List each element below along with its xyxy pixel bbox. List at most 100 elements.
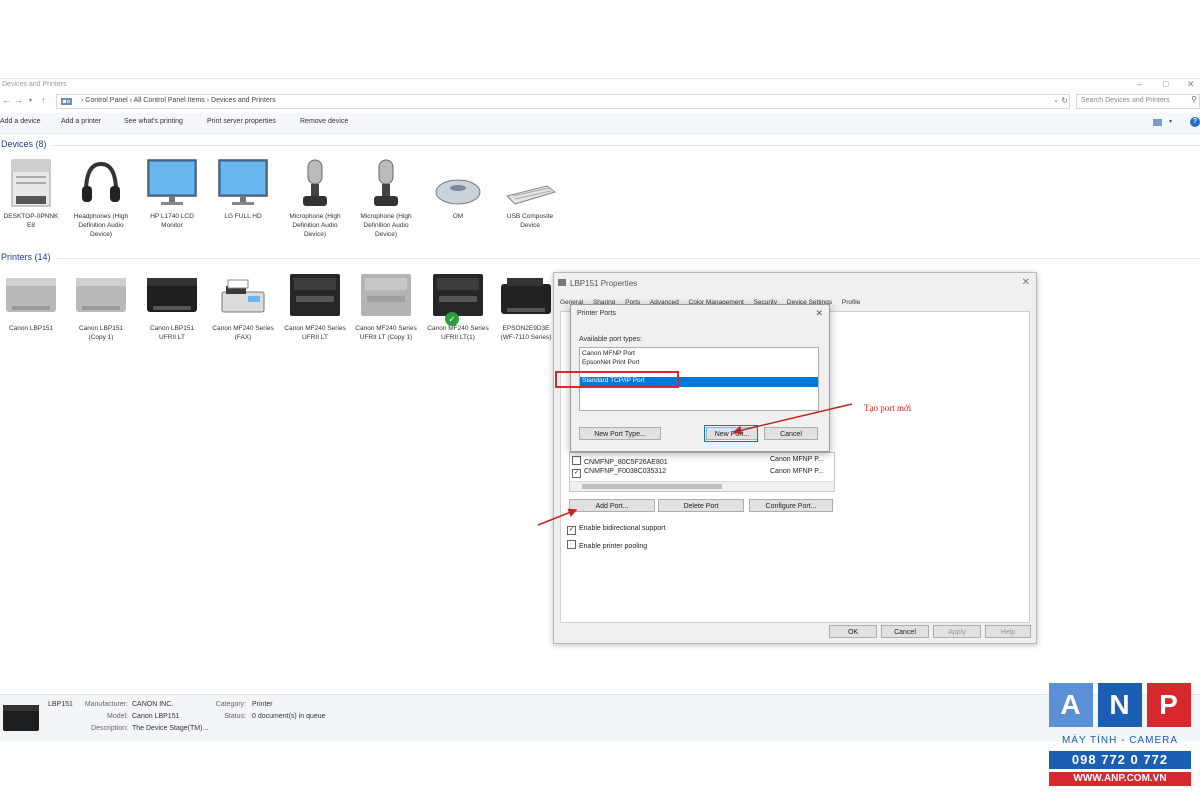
search-input[interactable]: Search Devices and Printers ⚲ xyxy=(1076,94,1200,109)
remove-device-button[interactable]: Remove device xyxy=(300,118,348,125)
logo-website: WWW.ANP.COM.VN xyxy=(1049,772,1191,786)
device-headphones[interactable]: Headphones (High Definition Audio Device… xyxy=(70,158,132,239)
printer-label: Canon MF240 Series UFRII LT (Copy 1) xyxy=(355,325,417,341)
port-row[interactable]: CNMFNP_80C5F26AE801 Canon MFNP P... xyxy=(572,456,830,466)
keyboard-icon xyxy=(503,158,557,208)
new-port-type-button[interactable]: New Port Type... xyxy=(579,427,661,440)
breadcrumb-separator: › xyxy=(129,97,133,104)
printer-canon-lbp151-ufrii[interactable]: Canon LBP151 UFRII LT xyxy=(141,270,203,342)
device-monitor-hp[interactable]: HP L1740 LCD Monitor xyxy=(141,158,203,230)
pooling-checkbox[interactable]: Enable printer pooling xyxy=(567,540,647,550)
forward-arrow-icon[interactable]: → xyxy=(14,95,23,105)
address-field[interactable]: › Control Panel › All Control Panel Item… xyxy=(56,94,1070,109)
close-icon[interactable]: ✕ xyxy=(815,308,823,319)
description-label: Description: xyxy=(91,725,128,732)
breadcrumb-devices-printers[interactable]: Devices and Printers xyxy=(211,97,276,104)
printer-canon-lbp151-copy1[interactable]: Canon LBP151 (Copy 1) xyxy=(70,270,132,342)
printer-canon-mf240-ufrii[interactable]: Canon MF240 Series UFRII LT xyxy=(284,270,346,342)
recent-locations-icon[interactable]: ▾ xyxy=(29,97,32,104)
printer-canon-mf240-fax[interactable]: Canon MF240 Series (FAX) xyxy=(212,270,274,342)
printer-icon xyxy=(74,270,128,320)
category-label: Category: xyxy=(215,701,246,708)
printer-canon-mf240-ufrii-1[interactable]: ✓ Canon MF240 Series UFRII LT(1) xyxy=(427,270,489,342)
print-server-properties-button[interactable]: Print server properties xyxy=(207,118,276,125)
apply-button[interactable]: Apply xyxy=(933,625,981,638)
add-printer-button[interactable]: Add a printer xyxy=(61,118,101,125)
device-usb-composite[interactable]: USB Composite Device xyxy=(499,158,561,230)
mouse-icon xyxy=(431,158,485,208)
add-device-button[interactable]: Add a device xyxy=(0,118,40,125)
device-label: Microphone (High Definition Audio Device… xyxy=(289,213,341,238)
printer-canon-mf240-ufrii-copy1[interactable]: Canon MF240 Series UFRII LT (Copy 1) xyxy=(355,270,417,342)
model-label: Model: xyxy=(106,713,128,720)
port-type-item[interactable]: Canon MFNP Port xyxy=(582,350,635,357)
port-row[interactable]: ✓ CNMFNP_F0038C035312 Canon MFNP P... xyxy=(572,468,830,478)
help-button[interactable]: Help xyxy=(985,625,1031,638)
device-computer[interactable]: DESKTOP-0PNNK E8 xyxy=(0,158,62,230)
maximize-button[interactable]: □ xyxy=(1163,79,1168,89)
description-value: The Device Stage(TM)... xyxy=(132,725,209,732)
close-icon[interactable]: ✕ xyxy=(1022,277,1030,288)
port-type-item[interactable]: EpsonNet Print Port xyxy=(582,359,639,366)
monitor-icon xyxy=(145,158,199,208)
computer-icon xyxy=(4,158,58,208)
dialog-title: LBP151 Properties xyxy=(570,279,638,288)
address-bar: ← → ▾ ↑ › Control Panel › All Control Pa… xyxy=(0,93,1200,109)
printer-icon xyxy=(499,270,553,320)
monitor-icon xyxy=(216,158,270,208)
device-microphone-1[interactable]: Microphone (High Definition Audio Device… xyxy=(284,158,346,239)
device-monitor-lg[interactable]: LG FULL HD xyxy=(212,158,274,221)
scrollbar-thumb[interactable] xyxy=(582,484,722,489)
printer-icon xyxy=(288,270,342,320)
device-label: Headphones (High Definition Audio Device… xyxy=(73,213,129,238)
horizontal-scrollbar[interactable] xyxy=(570,481,834,491)
logo-letter-n: N xyxy=(1098,683,1142,727)
chevron-down-icon[interactable]: ⌄ xyxy=(1053,96,1059,104)
breadcrumb-control-panel[interactable]: Control Panel xyxy=(85,97,127,104)
port-list[interactable]: CNMFNP_80C5F26AE801 Canon MFNP P... ✓ CNM… xyxy=(569,452,835,492)
ok-button[interactable]: OK xyxy=(829,625,877,638)
microphone-icon xyxy=(288,158,342,208)
configure-port-button[interactable]: Configure Port... xyxy=(749,499,833,512)
device-microphone-2[interactable]: Microphone (High Definition Audio Device… xyxy=(355,158,417,239)
logo-letter-p: P xyxy=(1147,683,1191,727)
help-icon[interactable]: ? xyxy=(1190,117,1200,127)
checkbox-box[interactable]: ✓ xyxy=(567,526,576,535)
devices-heading: Devices (8) xyxy=(1,139,47,149)
view-options-icon[interactable] xyxy=(1153,118,1163,127)
cancel-button[interactable]: Cancel xyxy=(764,427,818,440)
manufacturer-label: Manufacturer: xyxy=(84,701,128,708)
printer-label: Canon MF240 Series UFRII LT xyxy=(284,325,346,341)
close-button[interactable]: ✕ xyxy=(1187,79,1195,90)
add-port-button[interactable]: Add Port... xyxy=(569,499,655,512)
details-pane: LBP151 Manufacturer: CANON INC. Model: C… xyxy=(0,694,1200,741)
minimize-button[interactable]: – xyxy=(1137,79,1142,89)
tab-profile[interactable]: Profile xyxy=(842,299,860,306)
printer-icon: ✓ xyxy=(431,270,485,326)
printer-canon-lbp151[interactable]: Canon LBP151 xyxy=(0,270,62,333)
cancel-button[interactable]: Cancel xyxy=(881,625,929,638)
logo-phone: 098 772 0 772 xyxy=(1049,751,1191,769)
search-icon[interactable]: ⚲ xyxy=(1191,95,1197,104)
up-arrow-icon[interactable]: ↑ xyxy=(41,95,46,105)
port-checkbox[interactable] xyxy=(572,456,581,465)
back-arrow-icon[interactable]: ← xyxy=(2,95,11,105)
breadcrumb: › Control Panel › All Control Panel Item… xyxy=(81,97,276,104)
device-label: Microphone (High Definition Audio Device… xyxy=(360,213,412,238)
checkbox-box[interactable] xyxy=(567,540,576,549)
view-dropdown-icon[interactable]: ▾ xyxy=(1169,118,1172,125)
fax-icon xyxy=(216,270,270,320)
breadcrumb-all-items[interactable]: All Control Panel Items xyxy=(134,97,205,104)
printer-icon xyxy=(4,270,58,320)
port-checkbox[interactable]: ✓ xyxy=(572,469,581,478)
printer-label: Canon LBP151 UFRII LT xyxy=(149,325,195,341)
delete-port-button[interactable]: Delete Port xyxy=(658,499,744,512)
device-mouse[interactable]: OM xyxy=(427,158,489,221)
port-name: CNMFNP_F0038C035312 xyxy=(584,468,667,475)
focus-ring xyxy=(704,425,758,442)
printer-epson[interactable]: EPSON2E9D3E (WF-7110 Series) xyxy=(499,270,553,342)
bidirectional-checkbox[interactable]: ✓ Enable bidirectional support xyxy=(567,525,665,535)
refresh-icon[interactable]: ↻ xyxy=(1061,96,1068,105)
status-label: Status: xyxy=(224,713,246,720)
see-whats-printing-button[interactable]: See what's printing xyxy=(124,118,183,125)
